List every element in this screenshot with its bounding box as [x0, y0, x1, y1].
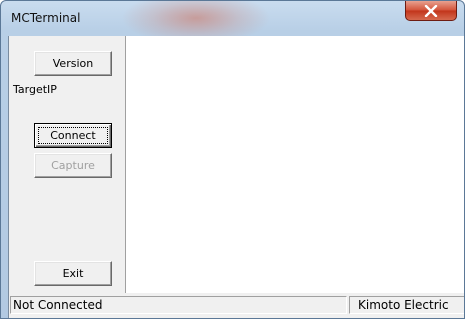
- control-panel: Version TargetIP Connect Capture Exit: [9, 36, 126, 293]
- title-bar[interactable]: MCTerminal: [1, 1, 464, 35]
- version-button[interactable]: Version: [34, 51, 112, 76]
- target-ip-label: TargetIP: [13, 83, 57, 96]
- window-title: MCTerminal: [11, 11, 81, 25]
- connection-status: Not Connected: [10, 296, 347, 314]
- client-area: Version TargetIP Connect Capture Exit No…: [8, 36, 464, 318]
- application-window: MCTerminal Version TargetIP Connect Capt…: [0, 0, 465, 319]
- company-name: Kimoto Electric: [349, 296, 464, 314]
- focus-rectangle: [38, 127, 108, 144]
- close-button[interactable]: [405, 1, 457, 21]
- close-icon: [424, 4, 438, 17]
- status-bar: Not Connected Kimoto Electric: [9, 293, 464, 318]
- connect-button[interactable]: Connect: [34, 123, 112, 148]
- exit-button[interactable]: Exit: [34, 261, 112, 286]
- capture-button[interactable]: Capture: [34, 153, 112, 178]
